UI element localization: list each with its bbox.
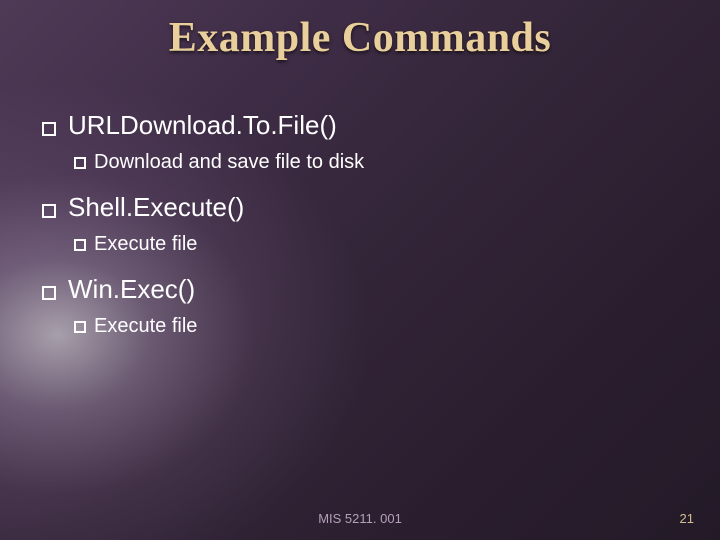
bullet-item-2: Shell.Execute() bbox=[42, 190, 680, 225]
bullet-item-3: Win.Exec() bbox=[42, 272, 680, 307]
sub-bullet-text: Execute file bbox=[94, 313, 197, 340]
sub-bullet-item-3: Execute file bbox=[74, 313, 680, 340]
slide: Example Commands URLDownload.To.File() D… bbox=[0, 0, 720, 540]
sub-bullet-text: Download and save file to disk bbox=[94, 149, 364, 176]
content-area: URLDownload.To.File() Download and save … bbox=[42, 108, 680, 354]
footer-course-code: MIS 5211. 001 bbox=[0, 511, 720, 526]
sub-bullet-item-1: Download and save file to disk bbox=[74, 149, 680, 176]
bullet-text: Win.Exec() bbox=[68, 272, 195, 307]
sub-bullet-item-2: Execute file bbox=[74, 231, 680, 258]
square-bullet-icon bbox=[74, 157, 86, 169]
square-bullet-icon bbox=[42, 286, 56, 300]
square-bullet-icon bbox=[74, 239, 86, 251]
sub-bullet-text: Execute file bbox=[94, 231, 197, 258]
square-bullet-icon bbox=[42, 204, 56, 218]
bullet-text: URLDownload.To.File() bbox=[68, 108, 337, 143]
square-bullet-icon bbox=[42, 122, 56, 136]
slide-title: Example Commands bbox=[0, 14, 720, 62]
bullet-item-1: URLDownload.To.File() bbox=[42, 108, 680, 143]
square-bullet-icon bbox=[74, 321, 86, 333]
bullet-text: Shell.Execute() bbox=[68, 190, 244, 225]
footer-page-number: 21 bbox=[680, 511, 694, 526]
